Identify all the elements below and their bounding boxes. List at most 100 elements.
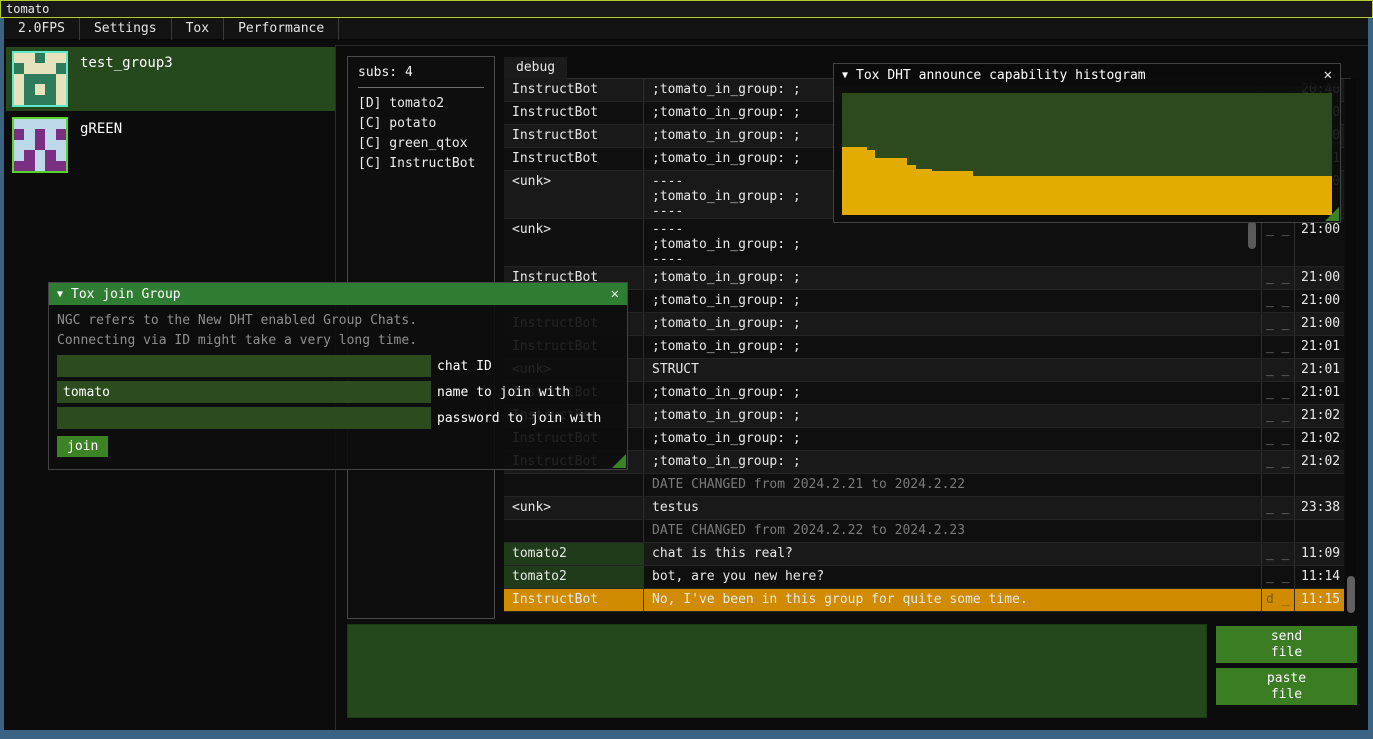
chat-row-flags: [1262, 474, 1295, 496]
chat-row-sender: <unk>: [504, 219, 644, 266]
close-icon[interactable]: ✕: [611, 286, 619, 302]
member-item[interactable]: [C] InstructBot: [358, 154, 484, 174]
contact-item-test_group3[interactable]: test_group3: [6, 47, 335, 111]
histogram-bar: [1038, 176, 1046, 215]
close-icon[interactable]: ✕: [1324, 67, 1332, 83]
avatar-pixel: [14, 140, 24, 150]
avatar-pixel: [14, 63, 24, 73]
contact-item-green[interactable]: gREEN: [6, 113, 335, 177]
name-to-join-with-input[interactable]: [57, 381, 431, 403]
member-item[interactable]: [D] tomato2: [358, 94, 484, 114]
histogram-bar: [940, 171, 948, 215]
chat-row-message: ;tomato_in_group: ;: [644, 336, 1262, 358]
avatar-pixel: [24, 129, 34, 139]
chat-row-flags: _ _: [1262, 405, 1295, 427]
member-item[interactable]: [C] green_qtox: [358, 134, 484, 154]
join-group-titlebar[interactable]: ▼ Tox join Group ✕: [49, 283, 627, 305]
histogram-bar: [1022, 176, 1030, 215]
chat-row: InstructBotNo, I've been in this group f…: [504, 589, 1344, 612]
menu-item-tox[interactable]: Tox: [172, 18, 224, 40]
tab-debug[interactable]: debug: [504, 57, 567, 79]
member-list: [D] tomato2[C] potato[C] green_qtox[C] I…: [358, 94, 484, 174]
message-line: ;tomato_in_group: ;: [652, 293, 1257, 308]
join-button[interactable]: join: [57, 436, 108, 457]
resize-grip[interactable]: [1325, 207, 1339, 221]
chat-row-sender: [504, 520, 644, 542]
message-line: ;tomato_in_group: ;: [652, 454, 1257, 469]
send-file-button[interactable]: send file: [1216, 626, 1357, 663]
chat-row-timestamp: 21:00: [1295, 313, 1344, 335]
avatar-pixel: [45, 63, 55, 73]
histogram-bar: [1169, 176, 1177, 215]
dht-histogram-window[interactable]: ▼ Tox DHT announce capability histogram …: [833, 63, 1341, 223]
avatar-pixel: [56, 63, 66, 73]
histogram-bar: [1136, 176, 1144, 215]
chat-row-flags: _ _: [1262, 359, 1295, 381]
avatar-pixel: [35, 74, 45, 84]
avatar-pixel: [56, 84, 66, 94]
collapse-arrow-icon[interactable]: ▼: [57, 289, 63, 300]
message-line: testus: [652, 500, 1257, 515]
histogram-bar: [907, 165, 915, 215]
histogram-bar: [997, 176, 1005, 215]
avatar-pixel: [24, 140, 34, 150]
subs-count-label: subs: 4: [358, 65, 484, 80]
chat-row-flags: _ _: [1262, 267, 1295, 289]
histogram-bar: [1112, 176, 1120, 215]
message-input[interactable]: [347, 624, 1207, 718]
chat-scrollbar-thumb[interactable]: [1347, 576, 1355, 613]
avatar-pixel: [35, 63, 45, 73]
join-field-row: chat ID: [57, 355, 619, 377]
resize-grip[interactable]: [612, 454, 626, 468]
avatar-pixel: [45, 74, 55, 84]
chat-row-timestamp: 21:02: [1295, 405, 1344, 427]
avatar-pixel: [45, 84, 55, 94]
avatar-pixel: [24, 84, 34, 94]
join-group-window[interactable]: ▼ Tox join Group ✕ NGC refers to the New…: [48, 282, 628, 470]
histogram-bar: [956, 171, 964, 215]
chat-row-timestamp: 23:38: [1295, 497, 1344, 519]
chat-row-timestamp: 21:02: [1295, 428, 1344, 450]
histogram-bar: [916, 169, 924, 215]
avatar-pixel: [24, 63, 34, 73]
window-titlebar[interactable]: tomato: [0, 0, 1373, 18]
collapse-arrow-icon[interactable]: ▼: [842, 70, 848, 81]
chat-row: InstructBot;tomato_in_group: ;_ _21:00: [504, 267, 1344, 290]
histogram-plot: [842, 93, 1332, 215]
avatar-pixel: [35, 161, 45, 171]
histogram-bar: [1185, 176, 1193, 215]
sender-name: tomato2: [504, 543, 643, 565]
histogram-bar: [1128, 176, 1136, 215]
chat-row: InstructBot;tomato_in_group: ;_ _21:01: [504, 336, 1344, 359]
avatar-pixel: [45, 119, 55, 129]
chat-scrollbar[interactable]: [1346, 79, 1356, 613]
histogram-bar: [858, 147, 866, 215]
chat-row-message: No, I've been in this group for quite so…: [644, 589, 1262, 611]
message-line: DATE CHANGED from 2024.2.22 to 2024.2.23: [652, 523, 1257, 538]
paste-file-button[interactable]: paste file: [1216, 668, 1357, 705]
member-item[interactable]: [C] potato: [358, 114, 484, 134]
chat-ID-input[interactable]: [57, 355, 431, 377]
message-mini-scrollbar[interactable]: [1248, 221, 1256, 249]
histogram-bar: [1316, 176, 1324, 215]
dht-histogram-titlebar[interactable]: ▼ Tox DHT announce capability histogram …: [834, 64, 1340, 86]
histogram-bar: [1120, 176, 1128, 215]
histogram-bar: [1267, 176, 1275, 215]
avatar-pixel: [24, 119, 34, 129]
contact-name: test_group3: [80, 55, 173, 71]
avatar-pixel: [35, 119, 45, 129]
avatar-pixel: [14, 74, 24, 84]
chat-row-timestamp: 11:09: [1295, 543, 1344, 565]
password-to-join-with-input[interactable]: [57, 407, 431, 429]
avatar-pixel: [45, 129, 55, 139]
chat-row-message: chat is this real?: [644, 543, 1262, 565]
ngc-description-line2: Connecting via ID might take a very long…: [57, 331, 619, 351]
message-line: ----: [652, 222, 1257, 237]
avatar-pixel: [56, 150, 66, 160]
menu-item-settings[interactable]: Settings: [80, 18, 172, 40]
menu-item-performance[interactable]: Performance: [224, 18, 339, 40]
chat-row-flags: _ _: [1262, 428, 1295, 450]
histogram-bar: [1095, 176, 1103, 215]
histogram-bar: [1087, 176, 1095, 215]
contact-name: gREEN: [80, 121, 122, 137]
